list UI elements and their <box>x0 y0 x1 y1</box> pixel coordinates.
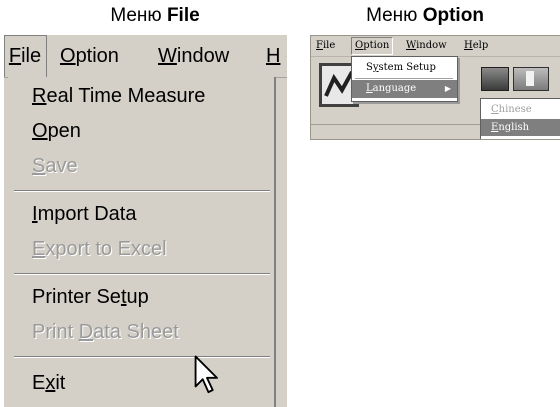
label-before: Print <box>32 321 79 343</box>
menu-file[interactable]: File <box>4 35 47 77</box>
menu-bar: File Option Window Help <box>311 36 560 57</box>
label-rest: ile <box>322 40 336 51</box>
toolbar-button[interactable] <box>481 67 509 91</box>
mnemonic: R <box>32 85 47 107</box>
option-menu-dropdown: System Setup Language ▶ <box>351 56 458 102</box>
menu-help[interactable]: H <box>260 35 286 77</box>
label-after: stem Setup <box>378 62 436 73</box>
caption-prefix: Меню <box>366 5 423 26</box>
file-menu-screenshot: File Option Window H Real Time Measure O… <box>4 35 287 407</box>
caption-prefix: Меню <box>110 5 167 26</box>
menu-separator <box>14 273 270 275</box>
label-before: E <box>32 372 46 394</box>
label-rest: ile <box>21 45 42 67</box>
mnemonic: L <box>366 83 373 94</box>
mnemonic: E <box>32 238 46 260</box>
label-before: S <box>366 62 373 73</box>
menu-item-open[interactable]: Open <box>32 114 81 148</box>
label-after: ata Sheet <box>93 321 179 343</box>
label-after: anguage <box>372 83 417 94</box>
menu-separator <box>355 78 453 79</box>
option-menu-screenshot: File Option Window Help System Setup Lan… <box>310 35 560 140</box>
mnemonic: O <box>60 45 76 67</box>
mnemonic: H <box>464 40 473 51</box>
language-submenu: Chinese English <box>480 98 560 139</box>
caption-option-menu: Меню Option <box>325 4 525 28</box>
menu-help[interactable]: Help <box>461 36 491 56</box>
mnemonic: F <box>8 45 22 67</box>
label-rest: ption <box>363 40 390 51</box>
mnemonic: F <box>316 40 323 51</box>
mnemonic: S <box>32 155 46 177</box>
toolbar-button[interactable] <box>513 67 549 91</box>
menu-item-printer-setup[interactable]: Printer Setup <box>32 280 149 314</box>
menu-item-import-data[interactable]: Import Data <box>32 197 137 231</box>
menu-item-print-data-sheet: Print Data Sheet <box>32 315 179 349</box>
menu-file[interactable]: File <box>313 36 338 56</box>
file-menu-dropdown: Real Time Measure Open Save Import Data … <box>8 77 276 407</box>
mnemonic: O <box>355 40 364 51</box>
menu-item-chinese: Chinese <box>481 101 560 118</box>
label-after: ave <box>45 155 78 177</box>
caption-file-menu: Меню File <box>60 4 250 28</box>
menu-item-save: Save <box>32 149 78 183</box>
label-rest: indow <box>416 40 447 51</box>
menu-separator <box>14 190 270 192</box>
menu-item-system-setup[interactable]: System Setup <box>352 59 457 77</box>
menu-item-english[interactable]: English <box>481 119 560 136</box>
menu-option[interactable]: Option <box>54 35 125 77</box>
mnemonic: W <box>158 45 177 67</box>
label-rest: indow <box>176 45 230 67</box>
label-rest: nglish <box>498 122 530 133</box>
caption-bold: Option <box>422 5 484 26</box>
menu-window[interactable]: Window <box>152 35 235 77</box>
mnemonic: C <box>491 104 499 115</box>
mnemonic: H <box>266 45 281 67</box>
menu-item-exit[interactable]: Exit <box>32 366 65 400</box>
mnemonic: W <box>406 40 417 51</box>
label-after: up <box>126 286 149 308</box>
menu-item-export-to-excel: Export to Excel <box>32 232 167 266</box>
menu-item-real-time-measure[interactable]: Real Time Measure <box>32 79 205 113</box>
label-rest: elp <box>472 40 489 51</box>
label-after: xport to Excel <box>45 238 167 260</box>
toolbar-button-glyph <box>526 71 534 86</box>
label-after: it <box>55 372 66 394</box>
submenu-arrow-icon: ▶ <box>444 84 451 93</box>
mnemonic: x <box>45 372 56 394</box>
label-after: pen <box>47 120 81 142</box>
menu-item-language[interactable]: Language ▶ <box>352 80 457 98</box>
label-rest: hinese <box>498 104 532 115</box>
menu-window[interactable]: Window <box>403 36 450 56</box>
label-after: eal Time Measure <box>46 85 206 107</box>
mnemonic: O <box>32 120 48 142</box>
caption-bold: File <box>166 5 200 26</box>
menu-bar: File Option Window H <box>4 35 287 78</box>
menu-separator <box>14 356 270 358</box>
menu-option[interactable]: Option <box>351 37 394 55</box>
label-rest: ption <box>75 45 119 67</box>
mnemonic: D <box>78 321 94 343</box>
label-after: mport Data <box>37 203 137 225</box>
label-before: Printer Se <box>32 286 121 308</box>
mouse-pointer-icon <box>194 355 218 394</box>
